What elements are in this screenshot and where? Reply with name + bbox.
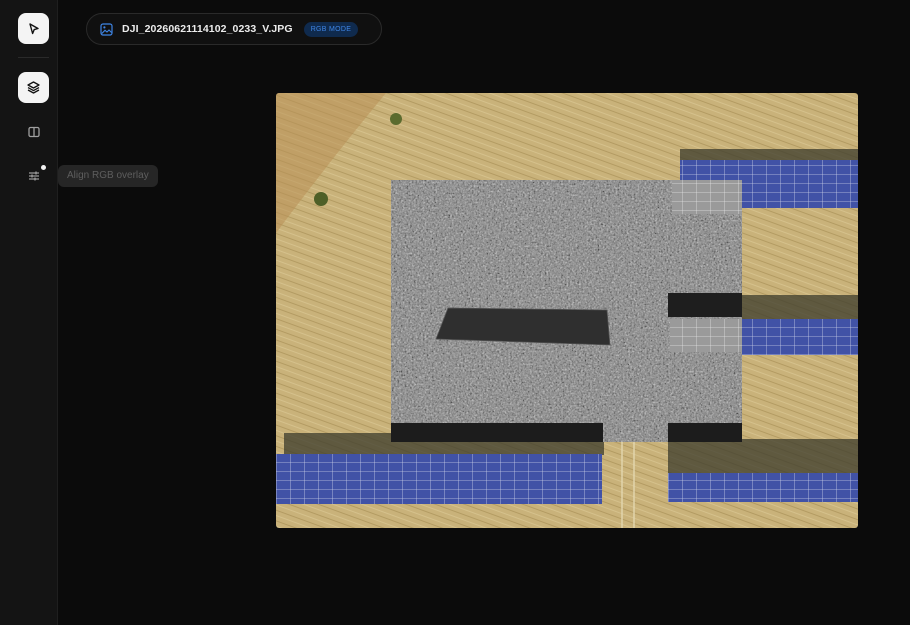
layers-icon — [27, 81, 40, 94]
tool-sidebar — [0, 0, 58, 625]
sliders-icon — [28, 171, 39, 180]
image-icon — [100, 22, 113, 36]
split-view-button[interactable] — [18, 116, 49, 147]
file-info-pill: DJI_20260621114102_0233_V.JPG RGB MODE — [86, 13, 382, 45]
thermal-overlay — [391, 180, 742, 442]
shrub — [390, 113, 402, 125]
sidebar-divider — [18, 57, 49, 58]
layers-tool-button[interactable] — [18, 72, 49, 103]
cursor-icon — [28, 22, 39, 34]
align-rgb-overlay-tooltip: Align RGB overlay — [58, 165, 158, 187]
rgb-mode-badge: RGB MODE — [303, 21, 359, 37]
notification-dot — [41, 165, 46, 170]
split-view-icon — [27, 126, 40, 137]
image-viewer[interactable] — [276, 93, 858, 528]
solar-panel-row — [276, 454, 602, 504]
solar-panel-row — [668, 473, 858, 502]
panel-shadow — [668, 439, 858, 473]
aerial-solar-field-image — [276, 93, 858, 528]
file-name: DJI_20260621114102_0233_V.JPG — [122, 23, 293, 35]
shrub — [314, 192, 328, 206]
thermal-panel-block — [672, 180, 742, 214]
thermal-dark-panel — [436, 308, 610, 345]
select-tool-button[interactable] — [18, 13, 49, 44]
thermal-panel-block — [670, 319, 742, 352]
